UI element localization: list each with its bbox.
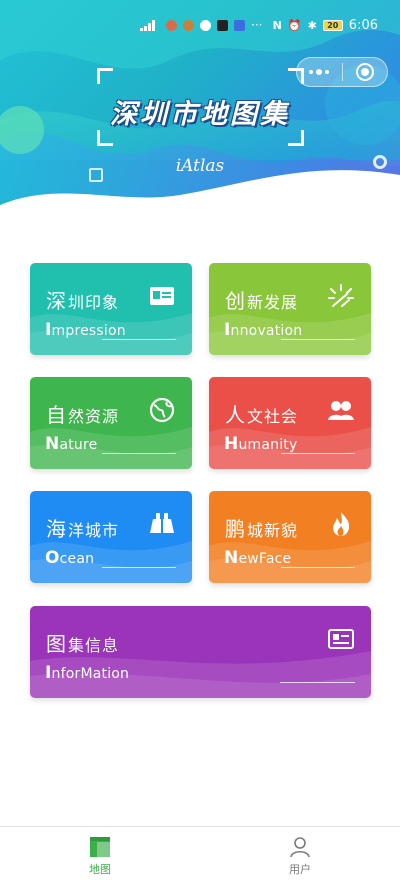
id-card-icon [150, 287, 174, 305]
card-title: 图集信息 [46, 632, 120, 656]
decorative-triangles-icon [348, 176, 360, 204]
card-underline [281, 453, 355, 454]
header-banner: ··· N ⏰ ✱ 20 6:06 深圳市地图集 iAtlas [0, 0, 400, 232]
battery-icon: 20 [322, 19, 343, 31]
target-circle-icon[interactable] [342, 63, 387, 81]
clock-time: 6:06 [348, 17, 378, 33]
card-humanity[interactable]: 人文社会 Humanity [209, 377, 371, 469]
flame-icon [333, 512, 350, 536]
card-shenzhen-impression[interactable]: 深圳印象 Impression [30, 263, 192, 355]
more-notifications-icon: ··· [251, 18, 263, 32]
decorative-square-icon [89, 168, 103, 182]
card-nature[interactable]: 自然资源 Nature [30, 377, 192, 469]
card-title: 创新发展 [225, 289, 299, 313]
title-frame-corner [97, 130, 113, 146]
card-subtitle: Impression [45, 320, 126, 340]
app-notification-icon [166, 19, 177, 31]
card-underline [281, 339, 355, 340]
mail-icon [217, 19, 228, 31]
card-subtitle: NewFace [224, 548, 292, 568]
app-title: 深圳市地图集 [110, 99, 290, 130]
alarm-icon: ⏰ [287, 18, 302, 32]
card-title: 自然资源 [46, 403, 120, 427]
tab-map[interactable]: 地图 [0, 827, 200, 880]
card-new-face[interactable]: 鹏城新貌 NewFace [209, 491, 371, 583]
chat-bubble-icon [200, 19, 211, 31]
card-underline [281, 567, 355, 568]
bottom-tab-bar: 地图 用户 [0, 826, 400, 880]
spark-icon [328, 284, 354, 307]
app-subtitle: iAtlas [175, 156, 225, 176]
card-underline [280, 682, 355, 683]
map-icon [90, 837, 110, 857]
people-icon [328, 401, 354, 420]
card-subtitle: Nature [45, 434, 98, 454]
title-frame-corner [288, 68, 304, 84]
card-title: 深圳印象 [46, 289, 120, 313]
tab-label: 地图 [89, 863, 111, 876]
card-underline [102, 339, 176, 340]
card-underline [102, 453, 176, 454]
status-left-icons: ··· [140, 18, 262, 32]
card-underline [102, 567, 176, 568]
title-frame-corner [97, 68, 113, 84]
card-ocean-city[interactable]: 海洋城市 Ocean [30, 491, 192, 583]
nfc-icon: N [272, 18, 282, 32]
status-right-icons: N ⏰ ✱ 20 6:06 [273, 18, 378, 33]
card-subtitle: Innovation [224, 320, 303, 340]
app-notification-icon [183, 19, 194, 31]
tab-label: 用户 [289, 863, 311, 876]
bluetooth-icon: ✱ [307, 18, 317, 32]
status-bar: ··· N ⏰ ✱ 20 6:06 [0, 0, 400, 50]
card-innovation[interactable]: 创新发展 Innovation [209, 263, 371, 355]
tab-user[interactable]: 用户 [200, 827, 400, 880]
card-subtitle: Humanity [224, 434, 298, 454]
card-title: 海洋城市 [46, 517, 120, 541]
card-atlas-information[interactable]: 图集信息 InforMation [30, 606, 371, 698]
card-subtitle: Ocean [45, 548, 95, 568]
globe-icon [149, 397, 175, 423]
binoculars-icon [150, 513, 174, 533]
card-subtitle: InforMation [45, 663, 130, 683]
user-icon [290, 837, 310, 858]
app-notification-icon [234, 19, 245, 31]
card-title: 人文社会 [225, 403, 299, 427]
info-card-icon [328, 629, 354, 649]
title-frame-corner [288, 130, 304, 146]
decorative-ring-icon [373, 155, 387, 169]
mini-program-capsule [296, 57, 388, 87]
signal-icon [140, 19, 160, 31]
card-title: 鹏城新貌 [225, 517, 299, 541]
